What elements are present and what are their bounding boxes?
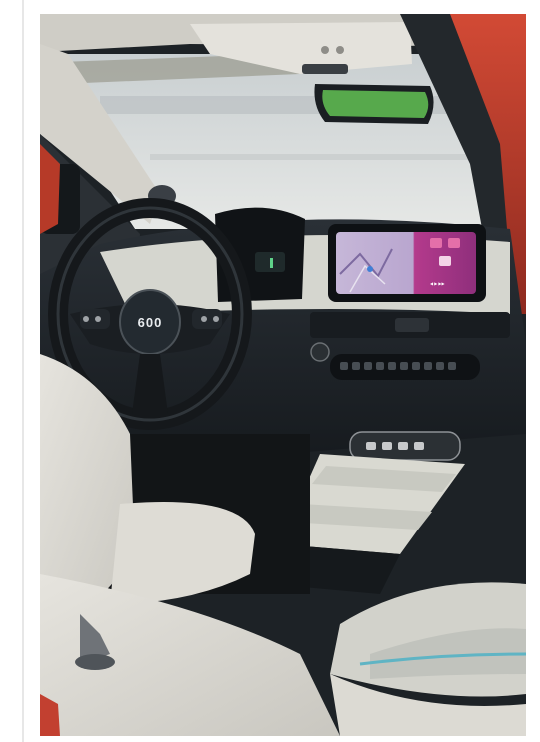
- overhead-button: [321, 46, 329, 54]
- climate-button[interactable]: [340, 362, 348, 370]
- overhead-light: [302, 64, 348, 74]
- app-icon[interactable]: [448, 238, 460, 248]
- play-controls-icon[interactable]: ◀ ▶ ▶▶: [430, 281, 445, 286]
- climate-button[interactable]: [400, 362, 408, 370]
- overhead-button: [336, 46, 344, 54]
- climate-button[interactable]: [448, 362, 456, 370]
- wheel-button[interactable]: [213, 316, 219, 322]
- climate-button[interactable]: [352, 362, 360, 370]
- wheel-button[interactable]: [201, 316, 207, 322]
- climate-button[interactable]: [376, 362, 384, 370]
- infotainment-screen[interactable]: ◀ ▶ ▶▶: [328, 224, 486, 302]
- climate-button[interactable]: [364, 362, 372, 370]
- climate-button[interactable]: [412, 362, 420, 370]
- mirror-reflection: [322, 90, 429, 118]
- cluster-indicator: [270, 258, 273, 268]
- app-icon[interactable]: [439, 256, 451, 266]
- app-icon[interactable]: [430, 238, 442, 248]
- location-pin-icon: [367, 266, 373, 272]
- car-interior-photo: ◀ ▶ ▶▶ 600: [40, 14, 526, 736]
- power-knob[interactable]: [310, 342, 330, 362]
- wheel-button[interactable]: [83, 316, 89, 322]
- gear-button[interactable]: [398, 442, 408, 450]
- climate-button[interactable]: [436, 362, 444, 370]
- headrest-post-base: [75, 654, 115, 670]
- gear-button[interactable]: [382, 442, 392, 450]
- climate-button[interactable]: [388, 362, 396, 370]
- brand-logo: 600: [138, 315, 163, 330]
- page-border-line: [22, 0, 24, 742]
- climate-button[interactable]: [424, 362, 432, 370]
- wheel-button[interactable]: [95, 316, 101, 322]
- gear-button[interactable]: [366, 442, 376, 450]
- hazard-button[interactable]: [395, 318, 429, 332]
- car-interior-illustration: ◀ ▶ ▶▶ 600: [40, 14, 526, 736]
- gear-button[interactable]: [414, 442, 424, 450]
